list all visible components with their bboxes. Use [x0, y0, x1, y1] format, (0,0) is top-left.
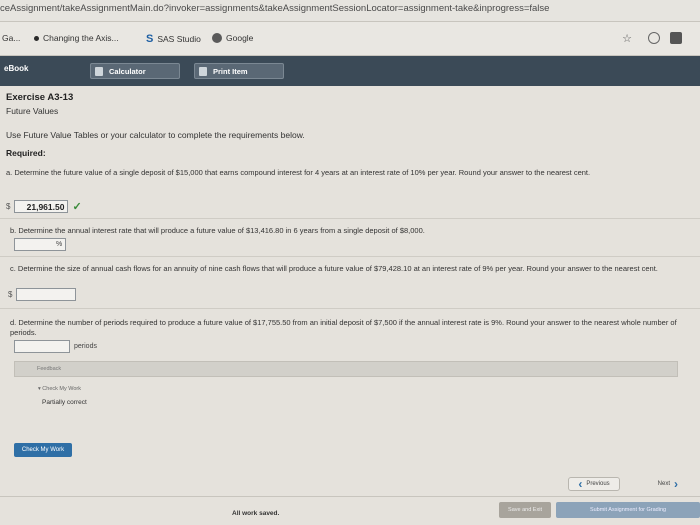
- question-b-answer-row: %: [14, 238, 66, 251]
- calculator-icon: [95, 66, 103, 76]
- required-heading: Required:: [6, 148, 46, 158]
- exercise-title: Exercise A3-13: [6, 92, 74, 103]
- bookmark-google-label: Google: [226, 33, 254, 43]
- bookmark-ga-label: Ga...: [2, 33, 21, 43]
- ebook-link[interactable]: eBook: [4, 64, 28, 73]
- answer-a-input[interactable]: 21,961.50: [14, 200, 69, 213]
- correct-check-icon: ✓: [72, 201, 82, 213]
- save-exit-button[interactable]: Save and Exit: [499, 502, 551, 518]
- bookmark-star-icon[interactable]: ☆: [622, 32, 632, 45]
- previous-label: Previous: [586, 481, 610, 487]
- print-item-label: Print Item: [213, 66, 248, 76]
- chevron-right-icon: ›: [674, 477, 678, 491]
- bookmark-changing-axis[interactable]: Changing the Axis...: [34, 33, 119, 43]
- dollar-sign: $: [6, 202, 11, 211]
- periods-unit: periods: [74, 343, 97, 350]
- footer-divider: [0, 496, 700, 497]
- address-bar[interactable]: ceAssignment/takeAssignmentMain.do?invok…: [0, 0, 700, 22]
- answer-c-input[interactable]: [16, 288, 77, 301]
- extension-icon[interactable]: [648, 32, 660, 44]
- question-a-answer-row: $ 21,961.50 ✓: [6, 200, 82, 213]
- calculator-label: Calculator: [109, 66, 146, 76]
- exercise-subtitle: Future Values: [6, 106, 59, 116]
- next-button[interactable]: Next ›: [630, 477, 678, 491]
- calculator-button[interactable]: Calculator: [90, 63, 180, 79]
- question-c-answer-row: $: [8, 288, 77, 301]
- bookmark-sas-studio[interactable]: S SAS Studio: [146, 33, 201, 45]
- feedback-status: Partially correct: [42, 399, 87, 406]
- question-a-text: a. Determine the future value of a singl…: [6, 168, 591, 177]
- next-label: Next: [657, 481, 670, 487]
- print-icon: [199, 66, 207, 76]
- chevron-left-icon: ‹: [578, 477, 583, 491]
- check-my-work-small-label: Check My Work: [42, 386, 82, 392]
- check-my-work-toggle[interactable]: ▾ Check My Work: [38, 386, 81, 392]
- exercise-instructions: Use Future Value Tables or your calculat…: [6, 130, 305, 140]
- divider: [0, 256, 700, 257]
- question-b-text: b. Determine the annual interest rate th…: [10, 226, 425, 235]
- assignment-toolbar: eBook Calculator Print Item: [0, 56, 700, 86]
- extension-menu-icon[interactable]: [670, 32, 682, 44]
- sas-icon: S: [146, 33, 154, 45]
- bullet-icon: [34, 35, 39, 41]
- feedback-label: Feedback: [37, 366, 62, 372]
- save-status: All work saved.: [232, 510, 280, 517]
- answer-d-input[interactable]: [14, 340, 70, 353]
- google-icon: [212, 33, 222, 43]
- question-c-text: c. Determine the size of annual cash flo…: [10, 264, 658, 273]
- submit-assignment-button[interactable]: Submit Assignment for Grading: [556, 502, 700, 518]
- question-d-answer-row: periods: [14, 340, 97, 353]
- bookmark-changing-axis-label: Changing the Axis...: [43, 33, 119, 43]
- url-text[interactable]: ceAssignment/takeAssignmentMain.do?invok…: [0, 3, 549, 14]
- bookmarks-bar: Ga... Changing the Axis... S SAS Studio G…: [0, 22, 700, 56]
- dollar-sign: $: [8, 290, 13, 299]
- bookmark-ga[interactable]: Ga...: [2, 33, 20, 43]
- divider: [0, 308, 700, 309]
- divider: [0, 218, 700, 219]
- question-d-text: d. Determine the number of periods requi…: [10, 318, 677, 337]
- check-my-work-button[interactable]: Check My Work: [14, 443, 72, 457]
- percent-unit: %: [56, 241, 63, 248]
- feedback-bar[interactable]: Feedback: [14, 361, 678, 377]
- bookmark-sas-label: SAS Studio: [157, 34, 201, 44]
- assignment-content: Exercise A3-13 Future Values Use Future …: [0, 86, 700, 525]
- print-item-button[interactable]: Print Item: [194, 63, 284, 79]
- bookmark-google[interactable]: Google: [212, 33, 253, 43]
- previous-button[interactable]: ‹ Previous: [568, 477, 620, 491]
